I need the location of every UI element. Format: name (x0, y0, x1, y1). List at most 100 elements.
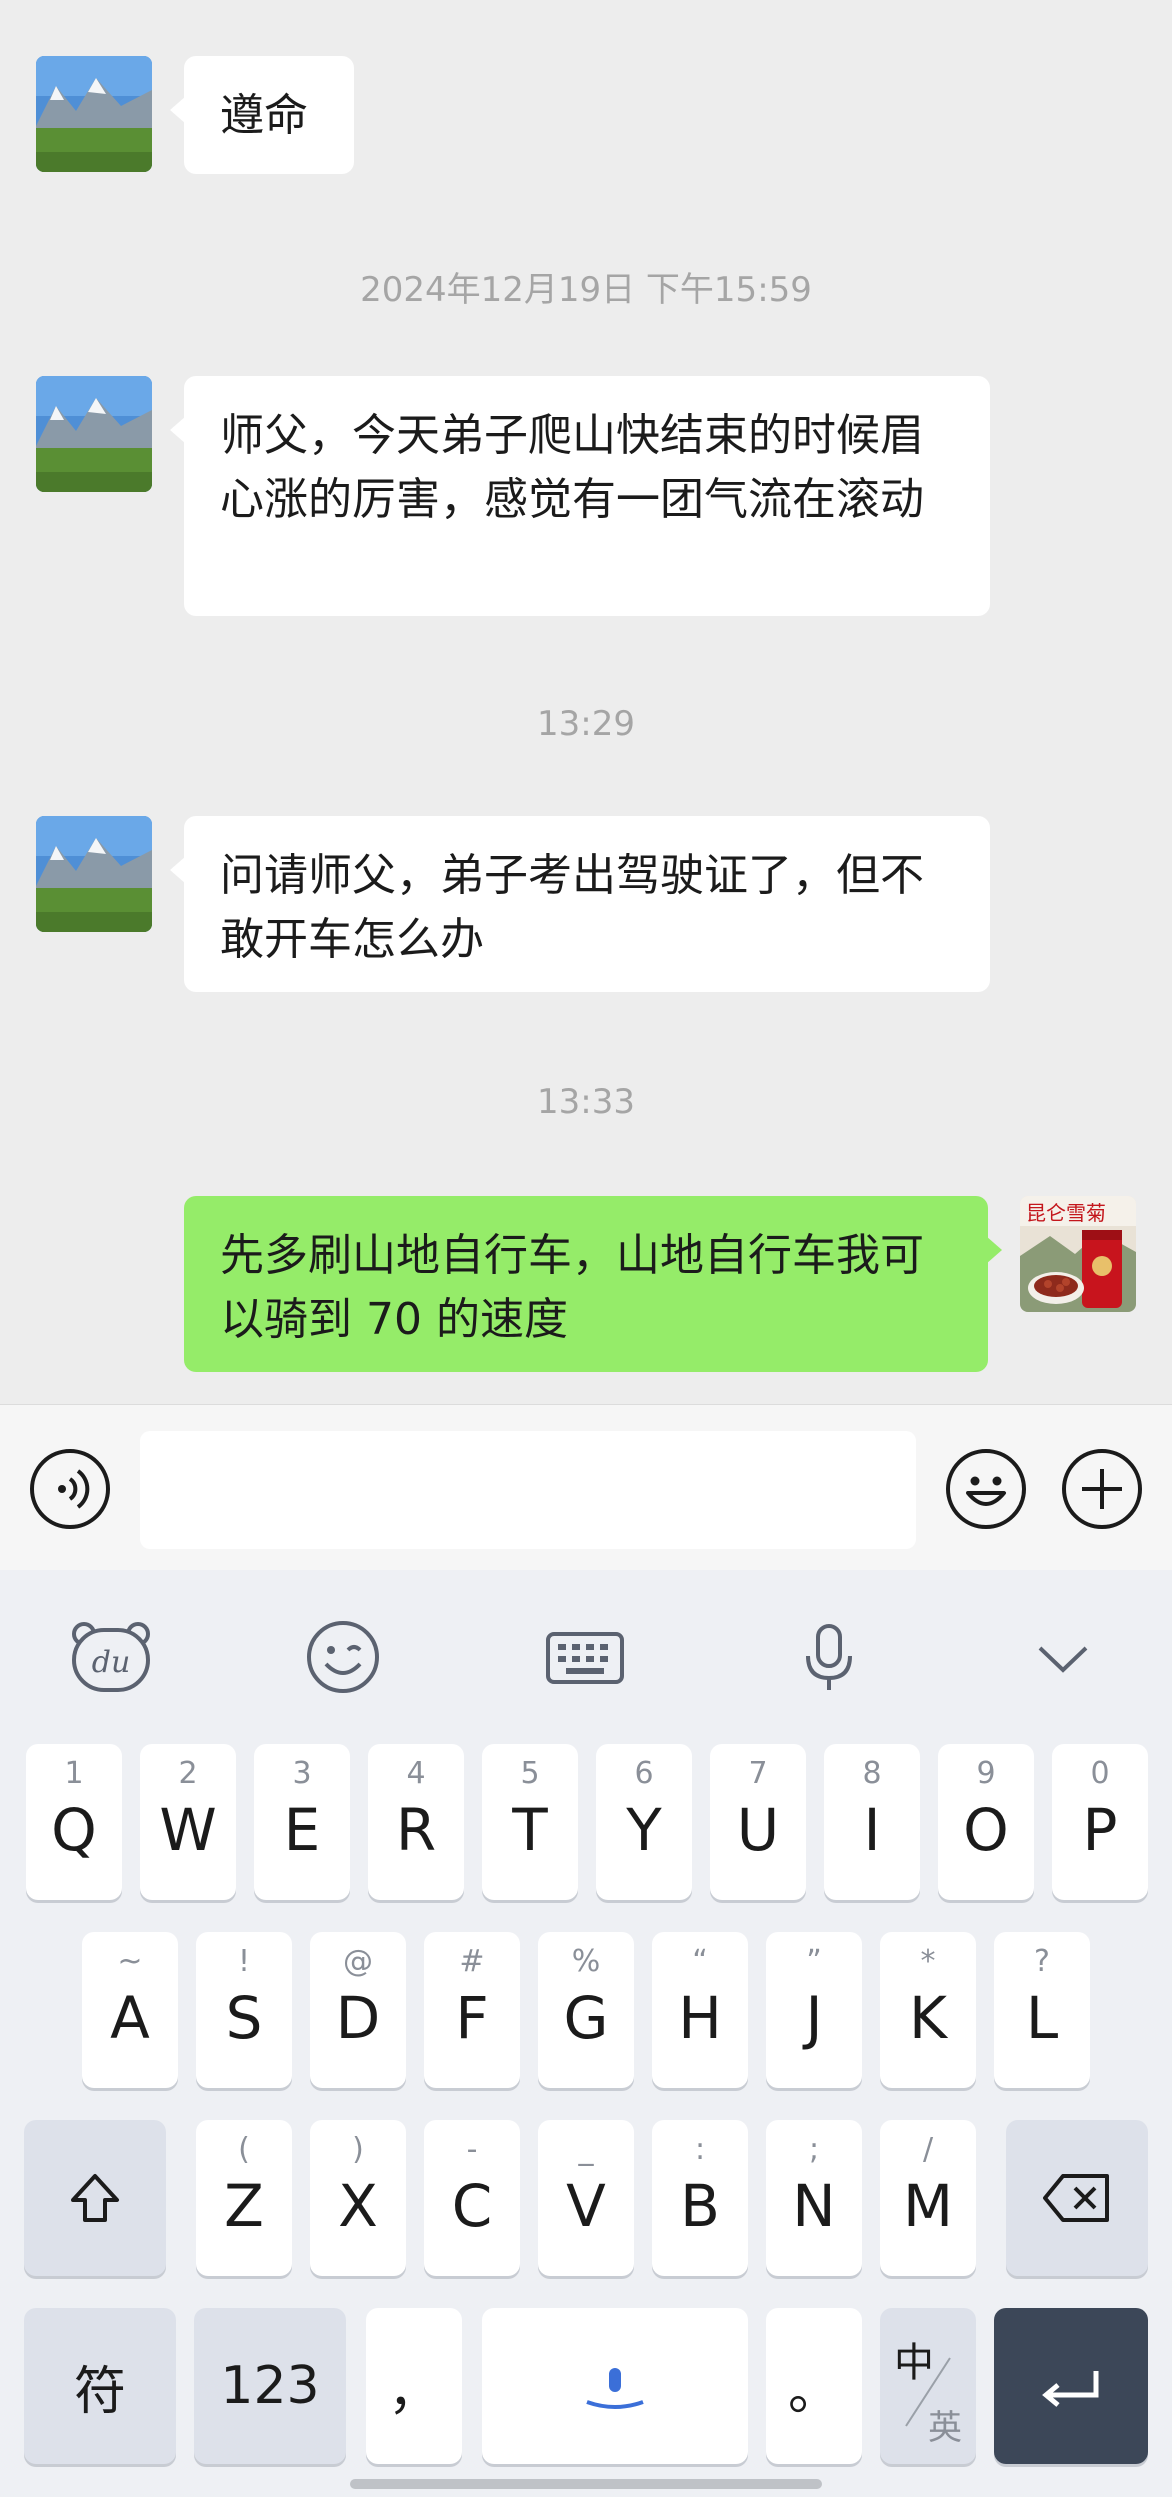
language-toggle-key[interactable]: 中 英 (880, 2308, 976, 2464)
contact-avatar[interactable] (36, 376, 152, 492)
key-x[interactable]: ) X (310, 2120, 406, 2276)
key-a[interactable]: ~ A (82, 1932, 178, 2088)
timestamp: 13:29 (537, 704, 635, 744)
chat-area[interactable]: 遵命 2024年12月19日 下午15:59 师父，今天弟子爬山快结束的时候眉心… (0, 0, 1172, 1404)
contact-avatar[interactable] (36, 56, 152, 172)
key-f[interactable]: # F (424, 1932, 520, 2088)
key-letter: K (908, 1984, 948, 2052)
key-j[interactable]: ” J (766, 1932, 862, 2088)
home-indicator[interactable] (350, 2479, 822, 2489)
svg-text:du: du (92, 1645, 131, 1680)
key-number-hint: 7 (748, 1756, 768, 1791)
emoji-button[interactable] (946, 1449, 1026, 1529)
key-number-hint: 4 (406, 1756, 426, 1791)
keyboard-icon[interactable] (540, 1612, 630, 1702)
key-symbol-hint: ~ (117, 1944, 143, 1979)
key-symbol-hint: ; (808, 2132, 820, 2167)
key-z[interactable]: (Z (196, 2120, 292, 2276)
backspace-icon (1006, 2120, 1148, 2276)
key-h[interactable]: “H (652, 1932, 748, 2088)
key-symbol-hint: * (920, 1944, 936, 1979)
comma-key[interactable]: ， (366, 2308, 462, 2464)
key-letter: E (283, 1796, 321, 1864)
key-letter: S (225, 1984, 263, 2052)
key-letter: W (159, 1796, 217, 1864)
incoming-message-bubble[interactable]: 遵命 (170, 56, 354, 174)
key-letter: D (335, 1984, 381, 2052)
key-b[interactable]: :B (652, 2120, 748, 2276)
key-symbol-hint: “ (692, 1944, 708, 1979)
key-w[interactable]: 2W (140, 1744, 236, 1900)
space-key[interactable] (482, 2308, 748, 2464)
microphone-icon[interactable] (784, 1612, 874, 1702)
outgoing-message-bubble[interactable]: 先多刷山地自行车，山地自行车我可以骑到 70 的速度 (184, 1196, 1002, 1372)
enter-key[interactable] (994, 2308, 1148, 2464)
key-y[interactable]: 6Y (596, 1744, 692, 1900)
key-symbol-hint: ( (238, 2132, 250, 2167)
key-number-hint: 3 (292, 1756, 312, 1791)
voice-icon (58, 1469, 90, 1509)
du-bear-icon[interactable]: du (66, 1612, 156, 1702)
key-g[interactable]: % G (538, 1932, 634, 2088)
symbols-key[interactable]: 符 (24, 2308, 176, 2464)
key-letter: Y (626, 1796, 662, 1864)
key-d[interactable]: @ D (310, 1932, 406, 2088)
key-symbol-hint: _ (578, 2132, 594, 2167)
key-r[interactable]: 4R (368, 1744, 464, 1900)
space-mic-icon (482, 2308, 748, 2464)
key-letter: M (902, 2172, 954, 2240)
more-button[interactable] (1062, 1449, 1142, 1529)
key-u[interactable]: 7U (710, 1744, 806, 1900)
product-avatar-image: 昆仑雪菊 (1020, 1196, 1136, 1312)
key-n[interactable]: ; N (766, 2120, 862, 2276)
key-letter: A (110, 1984, 150, 2052)
key-letter: F (455, 1984, 489, 2052)
key-t[interactable]: 5T (482, 1744, 578, 1900)
key-s[interactable]: ! S (196, 1932, 292, 2088)
key-label: 。 (787, 2361, 840, 2422)
backspace-key[interactable] (1006, 2120, 1148, 2276)
key-p[interactable]: 0P (1052, 1744, 1148, 1900)
key-number-hint: 2 (178, 1756, 198, 1791)
key-letter: L (1025, 1984, 1059, 2052)
incoming-message-bubble[interactable]: 问请师父，弟子考出驾驶证了，但不敢开车怎么办 (170, 816, 990, 992)
key-letter: T (512, 1796, 548, 1864)
key-q[interactable]: 1Q (26, 1744, 122, 1900)
lang-english-label: 英 (928, 2408, 962, 2448)
key-letter: H (678, 1984, 722, 2052)
key-c[interactable]: -C (424, 2120, 520, 2276)
shift-icon (24, 2120, 166, 2276)
key-letter: R (395, 1796, 437, 1864)
self-avatar[interactable]: 昆仑雪菊 (1020, 1196, 1136, 1312)
mountain-landscape-image (36, 376, 152, 492)
key-m[interactable]: / M (880, 2120, 976, 2276)
key-label: 符 (73, 2361, 126, 2422)
key-e[interactable]: 3E (254, 1744, 350, 1900)
period-key[interactable]: 。 (766, 2308, 862, 2464)
key-letter: G (563, 1984, 609, 2052)
key-k[interactable]: * K (880, 1932, 976, 2088)
timestamp: 13:33 (537, 1082, 635, 1122)
key-symbol-hint: # (459, 1944, 485, 1979)
key-symbol-hint: - (466, 2132, 478, 2167)
key-o[interactable]: 9O (938, 1744, 1034, 1900)
voice-input-button[interactable] (30, 1449, 110, 1529)
incoming-message-bubble[interactable]: 师父，今天弟子爬山快结束的时候眉心涨的厉害，感觉有一团气流在滚动 (170, 376, 990, 616)
key-letter: U (736, 1796, 780, 1864)
shift-key[interactable] (24, 2120, 166, 2276)
smiley-icon[interactable] (298, 1612, 388, 1702)
key-number-hint: 8 (862, 1756, 882, 1791)
message-input[interactable] (140, 1431, 916, 1549)
contact-avatar[interactable] (36, 816, 152, 932)
message-text: 师父，今天弟子爬山快结束的时候眉心涨的厉害，感觉有一团气流在滚动 (220, 410, 924, 525)
message-text: 先多刷山地自行车，山地自行车我可以骑到 70 的速度 (220, 1230, 924, 1345)
key-symbol-hint: : (694, 2132, 706, 2167)
key-letter: I (863, 1796, 881, 1864)
numbers-key[interactable]: 123 (194, 2308, 346, 2464)
key-v[interactable]: _ V (538, 2120, 634, 2276)
chevron-down-icon[interactable] (1018, 1612, 1108, 1702)
key-letter: N (792, 2172, 836, 2240)
keyboard: du 1Q 2W 3E 4 R 5 T 6 Y 7 U 8 I 9 O 0 P … (0, 1570, 1172, 2497)
key-i[interactable]: 8I (824, 1744, 920, 1900)
key-l[interactable]: ? L (994, 1932, 1090, 2088)
